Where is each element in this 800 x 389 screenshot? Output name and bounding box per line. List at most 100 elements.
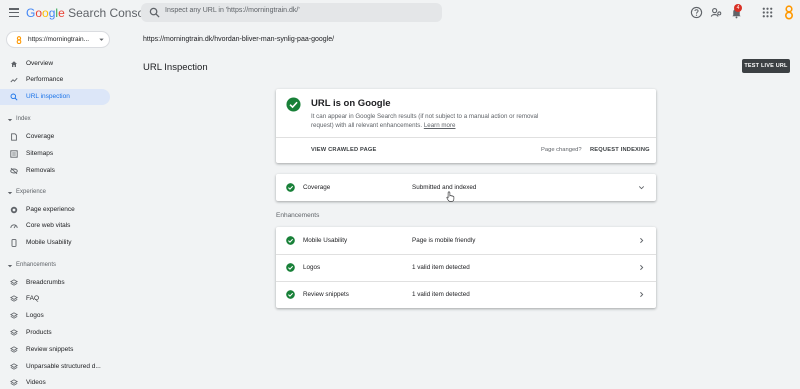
sidebar-item-logos[interactable]: Logos xyxy=(0,308,110,324)
top-bar: Google Search Console Inspect any URL in… xyxy=(0,0,800,26)
caret-down-icon xyxy=(7,119,13,122)
gauge-icon xyxy=(10,224,18,229)
chevron-down-icon[interactable] xyxy=(637,183,646,192)
sidebar-item-label: FAQ xyxy=(26,295,40,302)
layers-icon xyxy=(10,379,18,386)
layers-icon xyxy=(10,279,18,286)
check-circle-icon xyxy=(286,236,295,245)
caret-down-icon xyxy=(7,192,13,195)
trending-icon xyxy=(10,77,18,83)
notification-badge: 4 xyxy=(734,4,742,12)
sidebar-item-mobile-usability[interactable]: Mobile Usability xyxy=(0,235,110,251)
enhancement-row-mobile-usability[interactable]: Mobile Usability Page is mobile friendly xyxy=(276,227,656,254)
check-circle-icon xyxy=(286,290,295,299)
sidebar-item-label: Unparsable structured d... xyxy=(26,363,101,370)
sidebar-item-performance[interactable]: Performance xyxy=(0,72,110,88)
page-title: URL Inspection xyxy=(143,62,208,73)
sidebar-item-label: Core web vitals xyxy=(26,222,71,229)
learn-more-link[interactable]: Learn more xyxy=(424,122,456,129)
section-label: Enhancements xyxy=(16,262,57,268)
status-description: It can appear in Google Search results (… xyxy=(311,112,561,130)
sidebar: https://morningtrain... Overview Perform… xyxy=(0,26,118,389)
help-icon[interactable] xyxy=(690,6,703,19)
row-label: Logos xyxy=(303,263,321,271)
sidebar-item-page-experience[interactable]: Page experience xyxy=(0,202,110,218)
logo-letter: G xyxy=(26,6,36,20)
sidebar-item-label: Logos xyxy=(26,312,44,319)
view-crawled-page-button[interactable]: VIEW CRAWLED PAGE xyxy=(311,147,377,153)
sidebar-section-index[interactable]: Index xyxy=(0,114,110,126)
target-icon xyxy=(10,206,18,214)
sidebar-item-videos[interactable]: Videos xyxy=(0,375,110,389)
sidebar-item-coverage[interactable]: Coverage xyxy=(0,129,110,145)
check-circle-icon xyxy=(286,183,295,192)
test-live-url-button[interactable]: TEST LIVE URL xyxy=(742,59,790,73)
coverage-card: Coverage Submitted and indexed xyxy=(276,174,656,201)
row-value: Page is mobile friendly xyxy=(412,236,476,244)
sidebar-item-overview[interactable]: Overview xyxy=(0,56,110,72)
sidebar-item-label: Page experience xyxy=(26,206,75,213)
row-value: 1 valid item detected xyxy=(412,290,470,298)
property-logo-icon xyxy=(16,36,22,44)
check-circle-icon xyxy=(286,97,301,112)
sidebar-item-label: Performance xyxy=(26,76,64,83)
sidebar-item-review-snippets[interactable]: Review snippets xyxy=(0,342,110,358)
property-name: https://morningtrain... xyxy=(28,36,90,43)
enhancement-row-logos[interactable]: Logos 1 valid item detected xyxy=(276,254,656,281)
enhancement-row-review-snippets[interactable]: Review snippets 1 valid item detected xyxy=(276,281,656,308)
sidebar-item-core-web-vitals[interactable]: Core web vitals xyxy=(0,218,110,234)
sidebar-item-label: Mobile Usability xyxy=(26,239,72,246)
layers-icon xyxy=(10,295,18,302)
hand-cursor-icon xyxy=(446,191,455,202)
sidebar-item-label: Review snippets xyxy=(26,346,74,353)
request-indexing-button[interactable]: REQUEST INDEXING xyxy=(590,147,650,153)
account-icon[interactable] xyxy=(782,5,796,20)
layers-icon xyxy=(10,363,18,370)
home-icon xyxy=(11,61,17,67)
sidebar-item-sitemaps[interactable]: Sitemaps xyxy=(0,146,110,162)
sidebar-item-label: Breadcrumbs xyxy=(26,279,65,286)
file-icon xyxy=(11,133,17,141)
phone-icon xyxy=(11,239,17,247)
sidebar-item-products[interactable]: Products xyxy=(0,325,110,341)
sidebar-item-unparsable-structured-data[interactable]: Unparsable structured d... xyxy=(0,359,110,375)
enhancements-card: Mobile Usability Page is mobile friendly… xyxy=(276,227,656,308)
url-inspect-search[interactable]: Inspect any URL in 'https://morningtrain… xyxy=(141,3,442,22)
section-label: Index xyxy=(16,116,31,122)
chevron-right-icon[interactable] xyxy=(637,236,646,245)
search-icon xyxy=(149,7,160,18)
sidebar-section-enhancements[interactable]: Enhancements xyxy=(0,260,110,272)
coverage-row[interactable]: Coverage Submitted and indexed xyxy=(276,174,656,201)
sidebar-item-label: Videos xyxy=(26,379,46,386)
sidebar-item-url-inspection[interactable]: URL inspection xyxy=(0,89,110,105)
layers-icon xyxy=(10,312,18,319)
menu-icon[interactable] xyxy=(9,8,19,18)
caret-down-icon xyxy=(99,38,104,41)
chevron-right-icon[interactable] xyxy=(637,263,646,272)
layers-icon xyxy=(10,329,18,336)
sitemap-icon xyxy=(10,150,18,158)
check-circle-icon xyxy=(286,263,295,272)
property-selector[interactable]: https://morningtrain... xyxy=(6,31,110,48)
sidebar-section-experience[interactable]: Experience xyxy=(0,187,110,199)
sidebar-item-label: Overview xyxy=(26,60,54,67)
people-icon[interactable] xyxy=(710,6,723,19)
sidebar-item-label: URL inspection xyxy=(26,93,70,100)
apps-icon[interactable] xyxy=(761,6,774,19)
row-label: Mobile Usability xyxy=(303,236,348,244)
chevron-right-icon[interactable] xyxy=(637,290,646,299)
row-label: Review snippets xyxy=(303,290,349,298)
sidebar-item-breadcrumbs[interactable]: Breadcrumbs xyxy=(0,275,110,291)
row-value: Submitted and indexed xyxy=(412,183,477,191)
logo-letter: e xyxy=(58,6,65,20)
page-changed-label: Page changed? xyxy=(541,147,582,153)
url-status-card: URL is on Google It can appear in Google… xyxy=(276,89,656,163)
divider xyxy=(276,137,656,138)
app-logo[interactable]: Google Search Console xyxy=(26,6,154,20)
sidebar-item-faq[interactable]: FAQ xyxy=(0,291,110,307)
layers-icon xyxy=(10,346,18,353)
sidebar-item-label: Removals xyxy=(26,167,55,174)
sidebar-item-removals[interactable]: Removals xyxy=(0,163,110,179)
enhancements-heading: Enhancements xyxy=(276,212,320,219)
search-icon xyxy=(10,93,18,101)
